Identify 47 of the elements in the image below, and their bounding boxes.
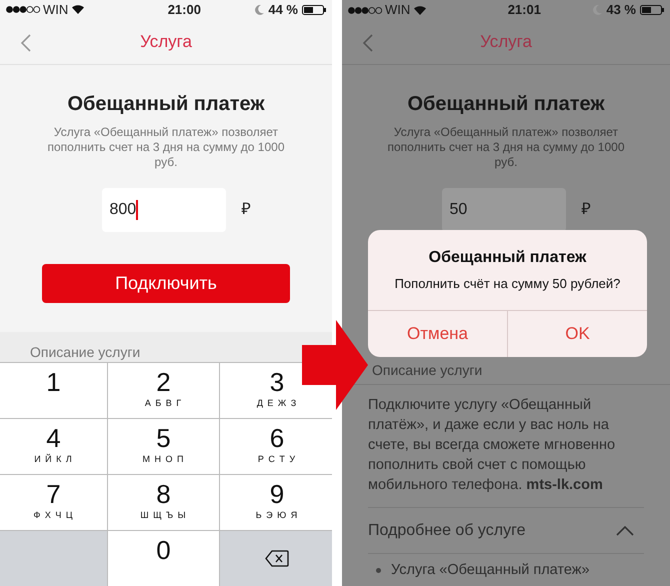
screen-title: Услуга — [480, 31, 532, 54]
ruble-sign: ₽ — [242, 200, 250, 220]
details-item: Услуга «Обещанный платеж» — [391, 561, 590, 579]
keypad-key[interactable]: 6 Р С Т У — [220, 419, 332, 474]
details-title[interactable]: Подробнее об услуге — [368, 518, 526, 542]
wifi-icon — [71, 4, 86, 16]
carrier-name: WIN — [385, 1, 410, 20]
clock-time: 21:01 — [506, 1, 541, 20]
chevron-up-icon[interactable] — [616, 526, 634, 536]
ok-button[interactable]: OK — [507, 311, 647, 357]
keypad-key[interactable]: 1 — [0, 363, 107, 418]
service-description: Услуга «Обещанный платеж» позволяет пополнить счет на 3 дня на сумму до 1000 руб. — [386, 125, 626, 170]
connect-button[interactable]: Подключить — [42, 264, 290, 303]
clock-time: 21:00 — [166, 1, 201, 19]
keypad-key[interactable]: 2 А Б В Г — [108, 363, 219, 418]
service-heading: Обещанный платеж — [406, 92, 606, 117]
section-title: Описание услуги — [371, 362, 484, 378]
service-heading: Обещанный платеж — [66, 92, 266, 116]
cancel-button[interactable]: Отмена — [368, 311, 507, 357]
keypad-key[interactable]: 9 Ь Э Ю Я — [220, 475, 332, 530]
ruble-sign: ₽ — [582, 200, 590, 220]
keypad-key[interactable]: 5 М Н О П — [108, 419, 219, 474]
signal-icon — [6, 6, 40, 14]
dialog-title: Обещанный платеж — [428, 248, 586, 268]
service-description: Услуга «Обещанный платеж» позволяет пополнить счет на 3 дня на сумму до 1000 руб. — [46, 124, 286, 170]
section-title: Описание услуги — [29, 344, 142, 360]
battery-percent: 43 % — [606, 1, 636, 20]
battery-icon — [640, 5, 664, 15]
keypad-key[interactable]: 4 И Й К Л — [0, 419, 107, 474]
keypad-key[interactable]: 0 — [108, 531, 219, 586]
amount-field[interactable]: 50 — [442, 188, 566, 232]
signal-icon — [348, 6, 382, 14]
keypad-key[interactable]: 8 Ш Щ Ъ Ы — [108, 475, 219, 530]
battery-icon — [302, 4, 326, 15]
keypad-key[interactable]: 7 Ф Х Ч Ц — [0, 475, 107, 530]
right-arrow-icon — [302, 320, 368, 410]
amount-field[interactable]: 800 — [102, 188, 226, 232]
carrier-name: WIN — [43, 1, 68, 19]
wifi-icon — [413, 4, 428, 16]
delete-key[interactable] — [220, 531, 332, 586]
service-paragraph: Подключите услугу «Обещанный платёж», и даже если у вас ноль на счете, вы всегда сможете мгновенно пополнить свой счет с помощью мобильного телефона. mts-lk.com — [367, 396, 616, 495]
screen-title: Услуга — [140, 30, 192, 53]
bullet-icon — [376, 568, 381, 572]
dialog-message: Пополнить счёт на сумму 50 рублей? — [394, 275, 620, 294]
moon-icon — [255, 4, 264, 15]
battery-percent: 44 % — [268, 1, 298, 19]
backspace-icon — [265, 550, 289, 567]
